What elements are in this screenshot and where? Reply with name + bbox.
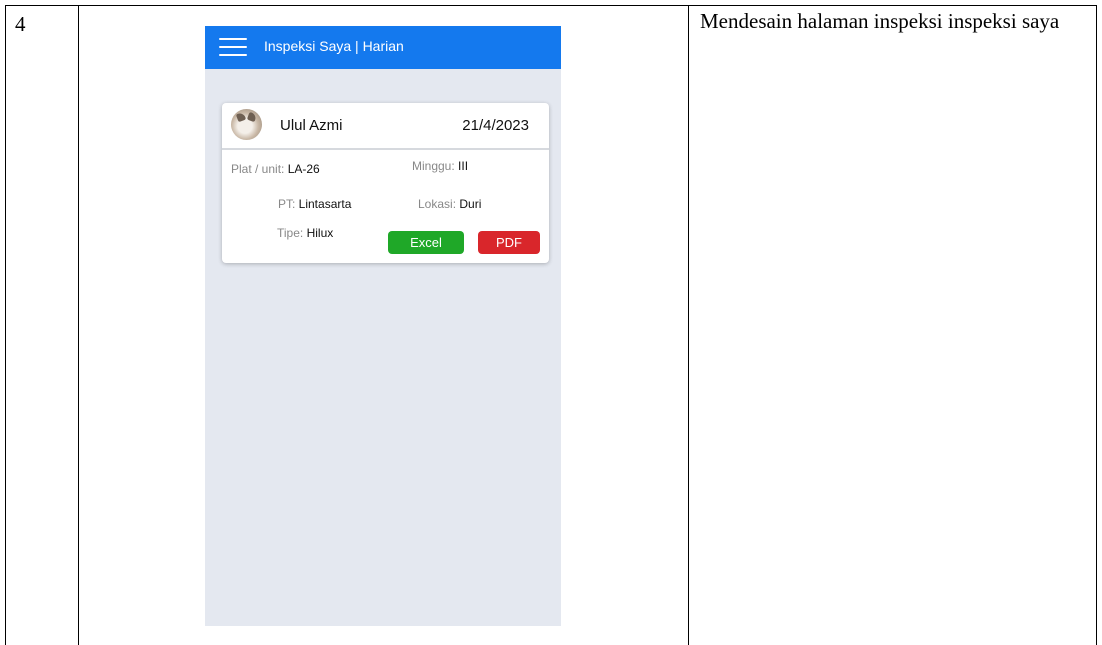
table-border-top bbox=[5, 5, 1097, 6]
field-minggu-label: Minggu: bbox=[412, 159, 459, 173]
field-plat: Plat / unit: LA-26 bbox=[231, 162, 320, 176]
table-border-left bbox=[5, 5, 6, 645]
export-pdf-button[interactable]: PDF bbox=[478, 231, 540, 254]
field-pt-label: PT: bbox=[278, 197, 299, 211]
table-divider-1 bbox=[78, 5, 79, 645]
document-table: 4 Mendesain halaman inspeksi inspeksi sa… bbox=[0, 0, 1102, 645]
field-lokasi-label: Lokasi: bbox=[418, 197, 460, 211]
inspection-date: 21/4/2023 bbox=[462, 117, 529, 134]
inspection-card[interactable]: Ulul Azmi 21/4/2023 Plat / unit: LA-26 M… bbox=[222, 103, 549, 263]
card-header: Ulul Azmi 21/4/2023 bbox=[222, 103, 549, 150]
export-excel-button[interactable]: Excel bbox=[388, 231, 464, 254]
page-title: Inspeksi Saya | Harian bbox=[264, 38, 404, 54]
field-pt-value: Lintasarta bbox=[298, 197, 352, 211]
phone-screen: Inspeksi Saya | Harian Ulul Azmi 21/4/20… bbox=[205, 26, 561, 626]
table-divider-2 bbox=[688, 5, 689, 645]
table-border-right bbox=[1096, 5, 1097, 645]
field-plat-label: Plat / unit: bbox=[231, 162, 288, 176]
app-header: Inspeksi Saya | Harian bbox=[205, 26, 561, 69]
avatar bbox=[231, 109, 262, 140]
hamburger-menu-icon[interactable] bbox=[219, 38, 247, 58]
field-minggu-value: III bbox=[458, 159, 469, 173]
field-lokasi: Lokasi: Duri bbox=[418, 197, 481, 211]
field-pt: PT: Lintasarta bbox=[278, 197, 351, 211]
field-plat-value: LA-26 bbox=[287, 162, 320, 176]
field-lokasi-value: Duri bbox=[459, 197, 482, 211]
row-number: 4 bbox=[15, 12, 26, 36]
field-tipe: Tipe: Hilux bbox=[277, 226, 333, 240]
field-tipe-value: Hilux bbox=[306, 226, 334, 240]
field-tipe-label: Tipe: bbox=[277, 226, 307, 240]
field-minggu: Minggu: III bbox=[412, 159, 468, 173]
row-description: Mendesain halaman inspeksi inspeksi saya bbox=[700, 9, 1060, 33]
inspector-name: Ulul Azmi bbox=[280, 117, 343, 134]
